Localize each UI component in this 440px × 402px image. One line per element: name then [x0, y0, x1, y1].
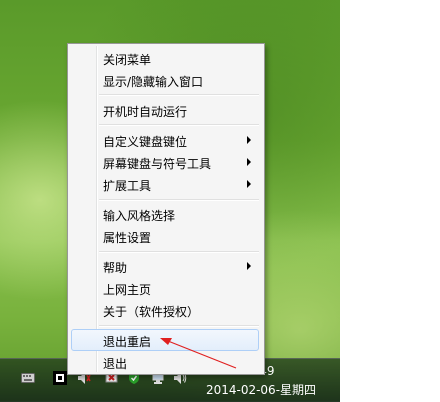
menu-item-label: 显示/隐藏输入窗口 [103, 75, 204, 89]
menu-item-label: 上网主页 [103, 283, 152, 297]
menu-item-label: 帮助 [103, 261, 128, 275]
menu-item-label: 关于（软件授权） [103, 305, 200, 319]
menu-separator [99, 124, 259, 126]
tray-context-menu: 关闭菜单 显示/隐藏输入窗口 开机时自动运行 自定义键盘键位 屏幕键盘与符号工具… [67, 43, 265, 375]
submenu-arrow-icon [247, 136, 251, 144]
clock-date: 2014-02-06-星期四 [205, 383, 317, 397]
menu-item-autostart[interactable]: 开机时自动运行 [71, 99, 259, 121]
menu-item-extension-tools[interactable]: 扩展工具 [71, 173, 259, 195]
menu-separator [99, 94, 259, 96]
menu-item-label: 屏幕键盘与符号工具 [103, 157, 212, 171]
menu-separator [99, 325, 259, 327]
submenu-arrow-icon [247, 158, 251, 166]
menu-separator [99, 251, 259, 253]
input-method-icon[interactable] [52, 370, 68, 386]
menu-item-properties[interactable]: 属性设置 [71, 225, 259, 247]
menu-separator [99, 199, 259, 201]
menu-item-label: 扩展工具 [103, 179, 152, 193]
menu-item-label: 开机时自动运行 [103, 105, 188, 119]
menu-item-close-menu[interactable]: 关闭菜单 [71, 47, 259, 69]
menu-item-help[interactable]: 帮助 [71, 255, 259, 277]
menu-item-screen-keyboard[interactable]: 屏幕键盘与符号工具 [71, 151, 259, 173]
menu-item-label: 自定义键盘键位 [103, 135, 188, 149]
menu-item-input-style[interactable]: 输入风格选择 [71, 203, 259, 225]
menu-item-label: 属性设置 [103, 231, 152, 245]
menu-item-label: 退出 [103, 357, 128, 371]
menu-item-custom-keyboard[interactable]: 自定义键盘键位 [71, 129, 259, 151]
submenu-arrow-icon [247, 180, 251, 188]
menu-item-exit[interactable]: 退出 [71, 351, 259, 373]
menu-item-homepage[interactable]: 上网主页 [71, 277, 259, 299]
menu-item-label: 关闭菜单 [103, 53, 152, 67]
menu-item-toggle-input-window[interactable]: 显示/隐藏输入窗口 [71, 69, 259, 91]
submenu-arrow-icon [247, 262, 251, 270]
menu-item-label: 输入风格选择 [103, 209, 176, 223]
keyboard-icon[interactable] [20, 370, 36, 386]
menu-item-about[interactable]: 关于（软件授权） [71, 299, 259, 321]
menu-item-exit-restart[interactable]: 退出重启 [71, 329, 259, 351]
menu-item-label: 退出重启 [103, 335, 152, 349]
